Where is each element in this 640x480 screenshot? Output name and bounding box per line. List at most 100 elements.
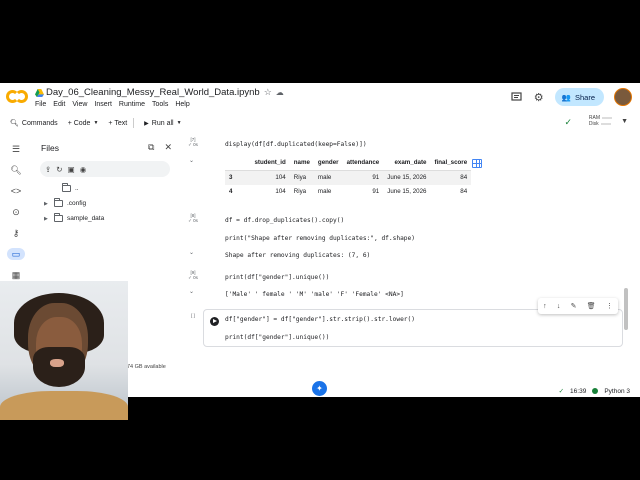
comment-icon[interactable] bbox=[511, 91, 523, 103]
row-index: 4 bbox=[229, 188, 233, 195]
expand-chevron-icon[interactable]: ▶ bbox=[44, 201, 50, 207]
notebook-area: [7] ✓ 0s display(df[df.duplicated(keep=F… bbox=[183, 135, 628, 380]
search-replace-icon[interactable]: 🔍︎ bbox=[10, 164, 22, 176]
move-down-icon[interactable]: ↓ bbox=[557, 303, 561, 310]
menu-insert[interactable]: Insert bbox=[94, 101, 112, 108]
cell-1-code[interactable]: display(df[df.duplicated(keep=False)]) bbox=[225, 141, 367, 148]
colab-logo[interactable] bbox=[6, 90, 28, 104]
execution-count: [ ] bbox=[191, 313, 195, 318]
table-of-contents-icon[interactable]: ☰ bbox=[10, 143, 22, 155]
run-all-label: Run all bbox=[151, 119, 174, 127]
column-header: final_score bbox=[430, 156, 472, 171]
chevron-down-icon: ▼ bbox=[93, 120, 99, 126]
duplicates-dataframe: student_id name gender attendance exam_d… bbox=[225, 156, 472, 199]
convert-to-interactive-table-icon[interactable] bbox=[472, 159, 482, 168]
refresh-icon[interactable]: ↻ bbox=[56, 165, 62, 174]
cell-4-code-line-2[interactable]: print(df["gender"].unique()) bbox=[225, 334, 329, 341]
menu-edit[interactable]: Edit bbox=[53, 101, 65, 108]
column-header: name bbox=[289, 156, 314, 171]
secrets-key-icon[interactable]: ⚷ bbox=[10, 227, 22, 239]
toolbar-expand-icon[interactable]: ▼ bbox=[621, 118, 628, 125]
menu-help[interactable]: Help bbox=[175, 101, 189, 108]
cloud-icon[interactable]: ☁ bbox=[276, 88, 284, 97]
terminal-grid-icon[interactable]: ▦ bbox=[10, 269, 22, 281]
cell-3-output: ['Male' ' female ' 'M' 'male' 'F' 'Femal… bbox=[225, 291, 404, 298]
header-actions: ⚙ 👥 Share bbox=[511, 88, 632, 106]
folder-icon bbox=[62, 183, 71, 192]
table-cell: male bbox=[313, 170, 343, 185]
ram-bar bbox=[602, 116, 612, 119]
resource-monitor[interactable]: RAM Disk bbox=[589, 115, 612, 127]
table-cell: Riya bbox=[293, 188, 307, 195]
add-code-label: + Code bbox=[67, 119, 91, 127]
disk-available-text: 74 GB available bbox=[127, 364, 166, 370]
expand-chevron-icon[interactable]: ▶ bbox=[44, 216, 50, 222]
mount-drive-icon[interactable]: ▣ bbox=[68, 165, 75, 174]
run-status: ✓ 0s bbox=[188, 142, 198, 147]
code-snippets-icon[interactable]: <> bbox=[10, 185, 22, 197]
new-window-icon[interactable]: ⧉ bbox=[148, 142, 154, 153]
table-cell: 91 bbox=[342, 170, 384, 185]
share-button[interactable]: 👥 Share bbox=[554, 88, 604, 106]
notebook-title[interactable]: Day_06_Cleaning_Messy_Real_World_Data.ip… bbox=[46, 87, 260, 98]
cell-2-output: Shape after removing duplicates: (7, 6) bbox=[225, 252, 371, 259]
status-bar: ✓ 16:39 Python 3 bbox=[558, 387, 630, 396]
cell-2-gutter: [8] ✓ 0s bbox=[183, 213, 203, 223]
file-tree-label: .config bbox=[67, 200, 87, 207]
files-panel-actions: ⧉ ✕ bbox=[148, 142, 172, 153]
cell-2-code-line-2[interactable]: print("Shape after removing duplicates:"… bbox=[225, 235, 415, 242]
status-check-icon: ✓ bbox=[558, 388, 565, 395]
run-all-button[interactable]: ▶ Run all ▼ bbox=[144, 120, 181, 127]
star-icon[interactable]: ☆ bbox=[264, 87, 272, 98]
table-cell: 104 bbox=[250, 170, 290, 185]
column-header: gender bbox=[313, 156, 343, 171]
status-time[interactable]: 16:39 bbox=[570, 388, 586, 395]
cell-4-code-line-1[interactable]: df["gender"] = df["gender"].str.strip().… bbox=[225, 316, 415, 323]
upload-icon[interactable]: ⇪ bbox=[45, 165, 51, 174]
file-tree-item-config[interactable]: ▶ .config bbox=[44, 198, 87, 207]
table-cell: Riya bbox=[289, 170, 314, 185]
user-avatar[interactable] bbox=[614, 88, 632, 106]
settings-gear-icon[interactable]: ⚙ bbox=[533, 91, 545, 104]
output-collapse-icon[interactable]: ⌄ bbox=[189, 288, 194, 295]
table-header-row: student_id name gender attendance exam_d… bbox=[225, 156, 472, 171]
cell-2-code-line-1[interactable]: df = df.drop_duplicates().copy() bbox=[225, 217, 344, 224]
disk-label: Disk bbox=[588, 121, 599, 127]
active-code-cell[interactable]: df["gender"] = df["gender"].str.strip().… bbox=[203, 309, 623, 347]
commands-button[interactable]: 🔍︎ Commands bbox=[10, 119, 58, 128]
run-cell-button[interactable] bbox=[210, 317, 219, 326]
menu-runtime[interactable]: Runtime bbox=[119, 101, 145, 108]
close-icon[interactable]: ✕ bbox=[164, 142, 172, 153]
disk-bar bbox=[600, 122, 611, 125]
visibility-eye-icon[interactable]: ◉ bbox=[80, 165, 87, 174]
move-up-icon[interactable]: ↑ bbox=[543, 303, 547, 310]
person-mouth bbox=[50, 359, 64, 367]
add-text-button[interactable]: + Text bbox=[108, 120, 127, 127]
output-collapse-icon[interactable]: ⌄ bbox=[189, 249, 194, 256]
cell-toolbar: ↑ ↓ ✎ 🗑︎ ⋮ bbox=[538, 298, 618, 314]
runtime-label[interactable]: Python 3 bbox=[604, 388, 630, 395]
menu-file[interactable]: File bbox=[35, 101, 46, 108]
file-tree-item-sample-data[interactable]: ▶ sample_data bbox=[44, 213, 104, 222]
cell-3-code[interactable]: print(df["gender"].unique()) bbox=[225, 274, 329, 281]
output-collapse-icon[interactable]: ⌄ bbox=[189, 157, 194, 164]
row-index: 3 bbox=[225, 170, 251, 185]
cell-1-gutter: [7] ✓ 0s bbox=[183, 137, 203, 147]
notebook-toolbar: 🔍︎ Commands + Code ▼ + Text ▶ Run all ▼ … bbox=[0, 114, 640, 132]
more-options-icon[interactable]: ⋮ bbox=[606, 302, 613, 310]
column-header: exam_date bbox=[383, 156, 431, 171]
column-header bbox=[225, 156, 251, 171]
notebook-scrollbar[interactable] bbox=[624, 288, 628, 330]
menu-bar: File Edit View Insert Runtime Tools Help bbox=[35, 101, 190, 108]
run-time: 0s bbox=[193, 142, 198, 147]
run-status: ✓ 0s bbox=[188, 218, 198, 223]
add-code-button[interactable]: + Code ▼ bbox=[68, 120, 99, 127]
menu-view[interactable]: View bbox=[72, 101, 87, 108]
menu-tools[interactable]: Tools bbox=[152, 101, 168, 108]
variables-icon[interactable]: ⊙ bbox=[10, 206, 22, 218]
file-tree-item-parent[interactable]: .. bbox=[52, 183, 79, 192]
delete-trash-icon[interactable]: 🗑︎ bbox=[587, 302, 596, 310]
gemini-sparkle-button[interactable]: ✦ bbox=[312, 381, 327, 396]
edit-pencil-icon[interactable]: ✎ bbox=[571, 302, 577, 310]
files-folder-icon[interactable]: ▭ bbox=[7, 248, 25, 260]
